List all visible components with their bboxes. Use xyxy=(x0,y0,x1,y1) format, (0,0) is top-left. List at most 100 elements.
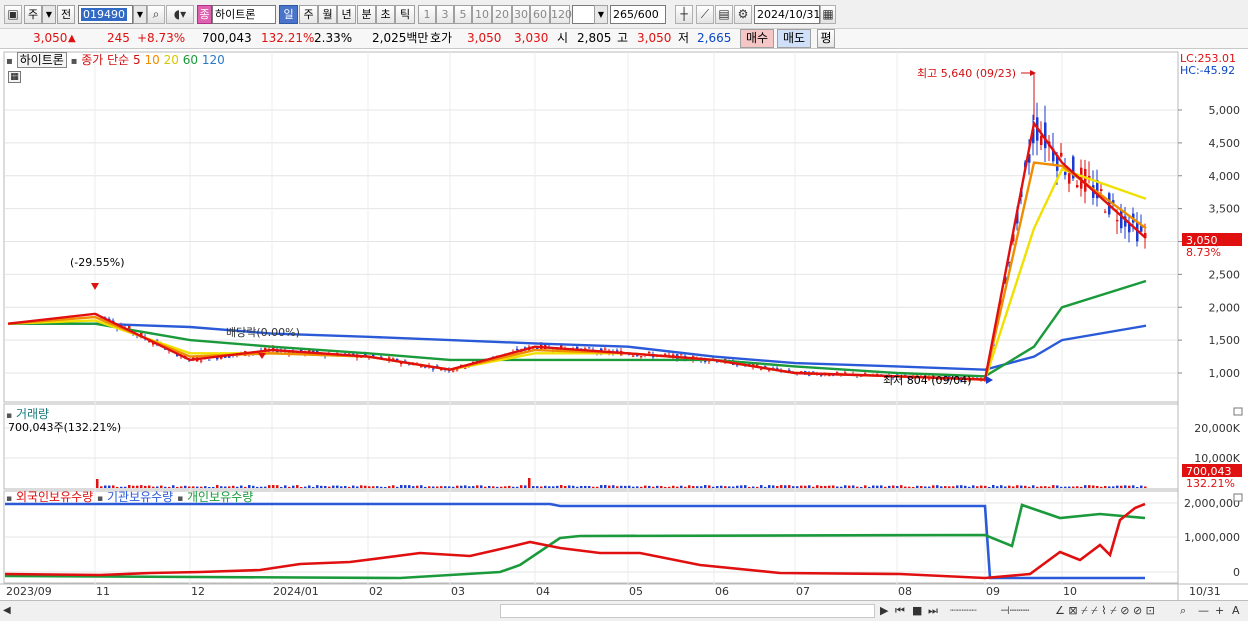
stock-name-field[interactable]: 하이트론 xyxy=(212,5,276,24)
avg-button[interactable]: 평 xyxy=(817,29,835,48)
sell-button[interactable]: 매도 xyxy=(777,29,811,48)
tab-minute[interactable]: 분 xyxy=(357,5,376,24)
tab-week[interactable]: 주 xyxy=(299,5,318,24)
interval-20[interactable]: 20 xyxy=(492,5,512,24)
custom-interval-input[interactable] xyxy=(572,5,596,24)
last-icon[interactable]: ⏭ xyxy=(928,604,938,618)
high-label: 고 xyxy=(617,31,629,45)
volume-pct-text: 132.21% xyxy=(1186,477,1235,490)
interval-5[interactable]: 5 xyxy=(454,5,472,24)
volume-bar xyxy=(764,486,767,488)
high-annotation: 최고 5,640 (09/23) xyxy=(917,67,1016,80)
volume-bar xyxy=(252,485,255,488)
stop-icon[interactable]: ■ xyxy=(912,604,922,618)
draw-tools-icon[interactable]: ∠ ⊠ ⌿ ⌿ ⌇ ⌿ ⊘ ⊘ ⊡ xyxy=(1055,604,1155,618)
legend-ma120[interactable]: 120 xyxy=(202,53,225,67)
interval-30[interactable]: 30 xyxy=(512,5,530,24)
open-label: 시 xyxy=(557,31,569,45)
candle-body xyxy=(648,352,651,354)
volume-bar xyxy=(496,486,499,488)
candle-body xyxy=(632,355,635,357)
zoom-icon[interactable]: ⌕ xyxy=(1180,604,1186,618)
legend-ma5[interactable]: 5 xyxy=(133,53,141,67)
tab-year[interactable]: 년 xyxy=(337,5,356,24)
volume-value: 700,043 xyxy=(202,31,252,45)
interval-1[interactable]: 1 xyxy=(418,5,436,24)
prev-button[interactable]: 전 xyxy=(57,5,75,24)
tab-second[interactable]: 초 xyxy=(376,5,395,24)
sound-icon[interactable]: ◖▾ xyxy=(166,5,194,24)
ruler-icon[interactable]: ┈┈┈┈ xyxy=(950,604,977,618)
tab-day[interactable]: 일 xyxy=(279,5,298,24)
candle-body xyxy=(1060,152,1063,157)
bottom-navigation: ◀ ▶ ⏮ ■ ⏭ ┈┈┈┈ ⊣┄┄┄ ∠ ⊠ ⌿ ⌿ ⌇ ⌿ ⊘ ⊘ ⊡ ⌕ … xyxy=(0,600,1248,621)
zoom-out-icon[interactable]: — xyxy=(1198,604,1209,618)
volume-bar xyxy=(980,485,983,488)
volume-bar xyxy=(624,485,627,488)
stock-chart[interactable]: 5,0004,5004,0003,5003,0002,5002,0001,500… xyxy=(0,49,1248,601)
table-toggle-icon[interactable]: ▦ xyxy=(8,71,21,83)
search-icon[interactable]: ⌕ xyxy=(147,5,165,24)
date-input[interactable]: 2024/10/31 xyxy=(754,5,820,24)
interval-60[interactable]: 60 xyxy=(530,5,550,24)
draw-tool-icon[interactable]: ⟋ xyxy=(696,5,714,24)
stock-code-dropdown-icon[interactable]: ▼ xyxy=(133,5,147,24)
legend-institution[interactable]: 기관보유수량 xyxy=(107,490,173,504)
settings-icon[interactable]: ⚙ xyxy=(734,5,752,24)
scroll-left-icon[interactable]: ◀ xyxy=(3,605,11,616)
holdings-panel-close-icon[interactable] xyxy=(1233,493,1243,502)
volume-bar xyxy=(1124,485,1127,488)
volume-bar xyxy=(376,486,379,488)
volume-bar xyxy=(860,486,863,488)
volume-bar xyxy=(796,486,799,488)
volume-bar xyxy=(736,485,739,488)
interval-3[interactable]: 3 xyxy=(436,5,454,24)
custom-interval-dropdown-icon[interactable]: ▼ xyxy=(594,5,608,24)
legend-ma20[interactable]: 20 xyxy=(164,53,179,67)
volume-panel-close-icon[interactable] xyxy=(1233,407,1243,416)
stock-code-input[interactable]: 019490 xyxy=(78,5,133,24)
interval-10[interactable]: 10 xyxy=(472,5,492,24)
first-icon[interactable]: ⏮ xyxy=(895,604,905,618)
calendar-icon[interactable]: ▦ xyxy=(820,5,836,24)
volume-bar xyxy=(120,486,123,488)
candle-type-icon[interactable]: ┼ xyxy=(675,5,693,24)
count-input[interactable]: 265/600 xyxy=(610,5,666,24)
volume-bar xyxy=(336,485,339,488)
volume-bar xyxy=(244,486,247,488)
tab-tick[interactable]: 틱 xyxy=(395,5,415,24)
window-menu-icon[interactable]: ▣ xyxy=(4,5,22,24)
legend-ma60[interactable]: 60 xyxy=(183,53,198,67)
measure-icon[interactable]: ⊣┄┄┄ xyxy=(1000,604,1029,618)
interval-120[interactable]: 120 xyxy=(550,5,572,24)
x-axis-tick: 05 xyxy=(629,585,643,598)
legend-ma10[interactable]: 10 xyxy=(145,53,160,67)
volume-bar xyxy=(524,485,527,488)
volume-bar xyxy=(704,485,707,488)
volume-bar xyxy=(1136,486,1139,488)
legend-ma-label[interactable]: 종가 단순 xyxy=(81,53,129,67)
candle-body xyxy=(1100,189,1103,192)
volume-bar xyxy=(536,486,539,488)
candle-body xyxy=(616,350,619,352)
legend-individual[interactable]: 개인보유수량 xyxy=(187,490,253,504)
volume-bar xyxy=(732,486,735,488)
volume-bar xyxy=(132,485,135,488)
zoom-in-icon[interactable]: + xyxy=(1215,604,1224,618)
period-select[interactable]: 주 xyxy=(24,5,42,24)
legend-foreign[interactable]: 외국인보유수량 xyxy=(16,490,93,504)
tab-month[interactable]: 월 xyxy=(318,5,337,24)
volume-bar xyxy=(440,486,443,488)
horizontal-scrollbar[interactable] xyxy=(500,604,875,618)
font-size-icon[interactable]: A xyxy=(1232,604,1240,618)
candle-body xyxy=(1084,168,1087,192)
volume-bar xyxy=(744,485,747,488)
volume-bar xyxy=(192,486,195,488)
legend-stock-name[interactable]: 하이트론 xyxy=(16,52,67,68)
volume-bar xyxy=(152,486,155,488)
volume-bar xyxy=(972,485,975,488)
scroll-right-icon[interactable]: ▶ xyxy=(880,604,888,618)
save-icon[interactable]: ▤ xyxy=(715,5,733,24)
period-dropdown-icon[interactable]: ▼ xyxy=(42,5,56,24)
buy-button[interactable]: 매수 xyxy=(740,29,774,48)
